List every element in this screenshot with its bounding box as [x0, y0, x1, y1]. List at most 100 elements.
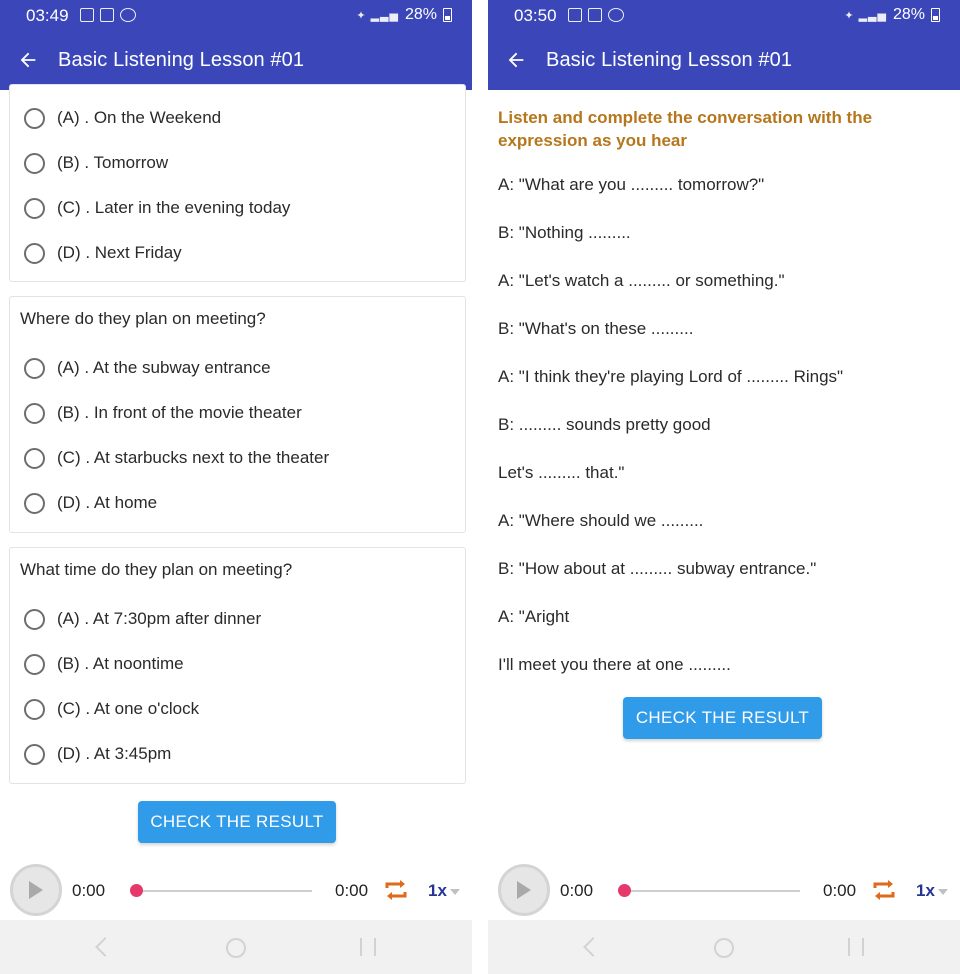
badge-icon	[608, 8, 624, 22]
system-nav-bar	[488, 920, 960, 974]
option-label: (C) . Later in the evening today	[57, 198, 291, 217]
answer-option[interactable]: (D) . At 3:45pm	[24, 742, 171, 766]
app-bar: Basic Listening Lesson #01	[0, 38, 472, 82]
play-button[interactable]	[10, 864, 62, 916]
seek-bar[interactable]	[626, 890, 800, 892]
radio-icon[interactable]	[24, 242, 45, 264]
question-card-1: (A) . On the Weekend (B) . Tomorrow (C) …	[9, 84, 466, 282]
status-time: 03:49	[26, 6, 69, 25]
conversation-line: Let's ......... that."	[498, 463, 625, 482]
signal-icon: ✦ ▂▃▅	[356, 9, 399, 22]
app-bar: Basic Listening Lesson #01	[488, 38, 960, 82]
radio-icon[interactable]	[24, 107, 45, 129]
conversation-line: A: "I think they're playing Lord of ....…	[498, 367, 844, 386]
repeat-icon[interactable]	[383, 877, 409, 903]
nav-recent-icon[interactable]	[848, 938, 864, 956]
answer-option[interactable]: (D) . At home	[24, 491, 157, 515]
radio-icon[interactable]	[24, 152, 45, 174]
option-label: (B) . In front of the movie theater	[57, 403, 302, 422]
battery-icon	[931, 8, 940, 22]
total-time: 0:00	[335, 881, 369, 900]
speed-selector[interactable]: 1x	[916, 881, 948, 901]
check-result-button[interactable]: CHECK THE RESULT	[623, 697, 822, 739]
question-card-2: Where do they plan on meeting? (A) . At …	[9, 296, 466, 533]
option-label: (B) . At noontime	[57, 654, 184, 673]
conversation-line: B: "Nothing .........	[498, 223, 631, 242]
chevron-down-icon	[449, 889, 460, 895]
speed-selector[interactable]: 1x	[428, 881, 460, 901]
answer-option[interactable]: (C) . At starbucks next to the theater	[24, 446, 329, 470]
nav-home-icon[interactable]	[714, 938, 734, 958]
radio-icon[interactable]	[24, 197, 45, 219]
answer-option[interactable]: (C) . At one o'clock	[24, 697, 199, 721]
screen-quiz: 03:49 ✦ ▂▃▅ 28% Basic Listening Lesson #…	[0, 0, 472, 974]
key-icon	[80, 8, 94, 22]
status-right: ✦ ▂▃▅ 28%	[356, 6, 452, 24]
play-icon	[517, 881, 531, 899]
option-label: (B) . Tomorrow	[57, 153, 169, 172]
app-header: 03:49 ✦ ▂▃▅ 28% Basic Listening Lesson #…	[0, 0, 472, 90]
question-text: What time do they plan on meeting?	[20, 560, 293, 579]
seek-thumb[interactable]	[130, 884, 143, 897]
radio-icon[interactable]	[24, 743, 45, 765]
nav-home-icon[interactable]	[226, 938, 246, 958]
option-label: (A) . On the Weekend	[57, 108, 222, 127]
page-title: Basic Listening Lesson #01	[58, 48, 305, 71]
seek-thumb[interactable]	[618, 884, 631, 897]
back-arrow-icon[interactable]	[488, 49, 544, 71]
key-icon	[568, 8, 582, 22]
option-label: (A) . At the subway entrance	[57, 358, 271, 377]
audio-player: 0:00 0:00 1x	[0, 860, 472, 920]
answer-option[interactable]: (D) . Next Friday	[24, 241, 182, 265]
repeat-icon[interactable]	[871, 877, 897, 903]
radio-icon[interactable]	[24, 492, 45, 514]
answer-option[interactable]: (B) . Tomorrow	[24, 151, 168, 175]
status-right: ✦ ▂▃▅ 28%	[844, 6, 940, 24]
nav-recent-icon[interactable]	[360, 938, 376, 956]
answer-option[interactable]: (A) . At 7:30pm after dinner	[24, 607, 261, 631]
signal-icon: ✦ ▂▃▅	[844, 9, 887, 22]
radio-icon[interactable]	[24, 447, 45, 469]
conversation-line: A: "Let's watch a ......... or something…	[498, 271, 785, 290]
answer-option[interactable]: (A) . On the Weekend	[24, 106, 221, 130]
answer-option[interactable]: (B) . At noontime	[24, 652, 184, 676]
current-time: 0:00	[72, 881, 106, 900]
status-bar: 03:49 ✦ ▂▃▅ 28%	[0, 0, 472, 32]
total-time: 0:00	[823, 881, 857, 900]
speed-value: 1x	[916, 881, 935, 900]
radio-icon[interactable]	[24, 653, 45, 675]
answer-option[interactable]: (C) . Later in the evening today	[24, 196, 290, 220]
battery-percent: 28%	[404, 6, 437, 23]
answer-option[interactable]: (B) . In front of the movie theater	[24, 401, 302, 425]
status-time: 03:50	[514, 6, 557, 25]
system-nav-bar	[0, 920, 472, 974]
seek-bar[interactable]	[138, 890, 312, 892]
option-label: (D) . At 3:45pm	[57, 744, 172, 763]
nav-back-icon[interactable]	[583, 937, 603, 957]
status-bar: 03:50 ✦ ▂▃▅ 28%	[488, 0, 960, 32]
question-card-3: What time do they plan on meeting? (A) .…	[9, 547, 466, 784]
notification-icons	[80, 8, 136, 22]
option-label: (A) . At 7:30pm after dinner	[57, 609, 262, 628]
image-icon	[588, 8, 602, 22]
answer-option[interactable]: (A) . At the subway entrance	[24, 356, 271, 380]
notification-icons	[568, 8, 624, 22]
radio-icon[interactable]	[24, 402, 45, 424]
play-button[interactable]	[498, 864, 550, 916]
conversation-line: A: "What are you ......... tomorrow?"	[498, 175, 765, 194]
conversation-line: I'll meet you there at one .........	[498, 655, 731, 674]
question-text: Where do they plan on meeting?	[20, 309, 266, 328]
radio-icon[interactable]	[24, 608, 45, 630]
conversation-line: B: "How about at ......... subway entran…	[498, 559, 817, 578]
radio-icon[interactable]	[24, 357, 45, 379]
option-label: (D) . Next Friday	[57, 243, 182, 262]
back-arrow-icon[interactable]	[0, 49, 56, 71]
audio-player: 0:00 0:00 1x	[488, 860, 960, 920]
conversation-line: A: "Aright	[498, 607, 570, 626]
nav-back-icon[interactable]	[95, 937, 115, 957]
battery-icon	[443, 8, 452, 22]
conversation-line: A: "Where should we .........	[498, 511, 704, 530]
check-result-button[interactable]: CHECK THE RESULT	[138, 801, 336, 843]
current-time: 0:00	[560, 881, 594, 900]
radio-icon[interactable]	[24, 698, 45, 720]
